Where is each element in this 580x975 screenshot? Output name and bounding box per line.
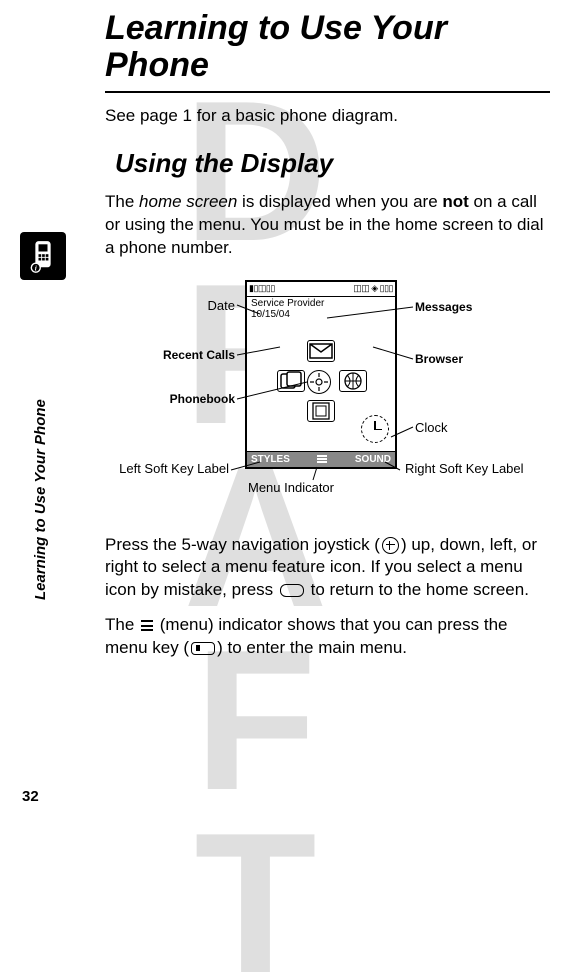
page-number: 32 [22, 788, 39, 805]
menu-key-icon [191, 642, 215, 655]
joystick-icon [382, 537, 399, 554]
home-screen-diagram: ▮▯◫▯▯ ◫◫ ◈ ▯▯▯ Service Provider 10/15/04 [95, 272, 550, 522]
chapter-title: Learning to Use Your Phone [105, 10, 550, 93]
paragraph-1: The home screen is displayed when you ar… [105, 191, 550, 260]
text: ) to enter the main menu. [217, 638, 407, 657]
back-key-icon [280, 584, 304, 597]
paragraph-3: The (menu) indicator shows that you can … [105, 614, 550, 660]
menu-indicator-inline-icon [141, 620, 153, 631]
text: Press the 5-way navigation joystick ( [105, 535, 380, 554]
section-title: Using the Display [115, 148, 550, 179]
intro-paragraph: See page 1 for a basic phone diagram. [105, 105, 550, 128]
page-content: Learning to Use Your Phone See page 1 fo… [0, 0, 580, 682]
text: The [105, 192, 139, 211]
paragraph-2: Press the 5-way navigation joystick () u… [105, 534, 550, 603]
leader-lines [95, 272, 550, 522]
home-screen-term: home screen [139, 192, 237, 211]
not-bold: not [442, 192, 468, 211]
text: to return to the home screen. [306, 580, 529, 599]
text: The [105, 615, 139, 634]
text: is displayed when you are [237, 192, 442, 211]
